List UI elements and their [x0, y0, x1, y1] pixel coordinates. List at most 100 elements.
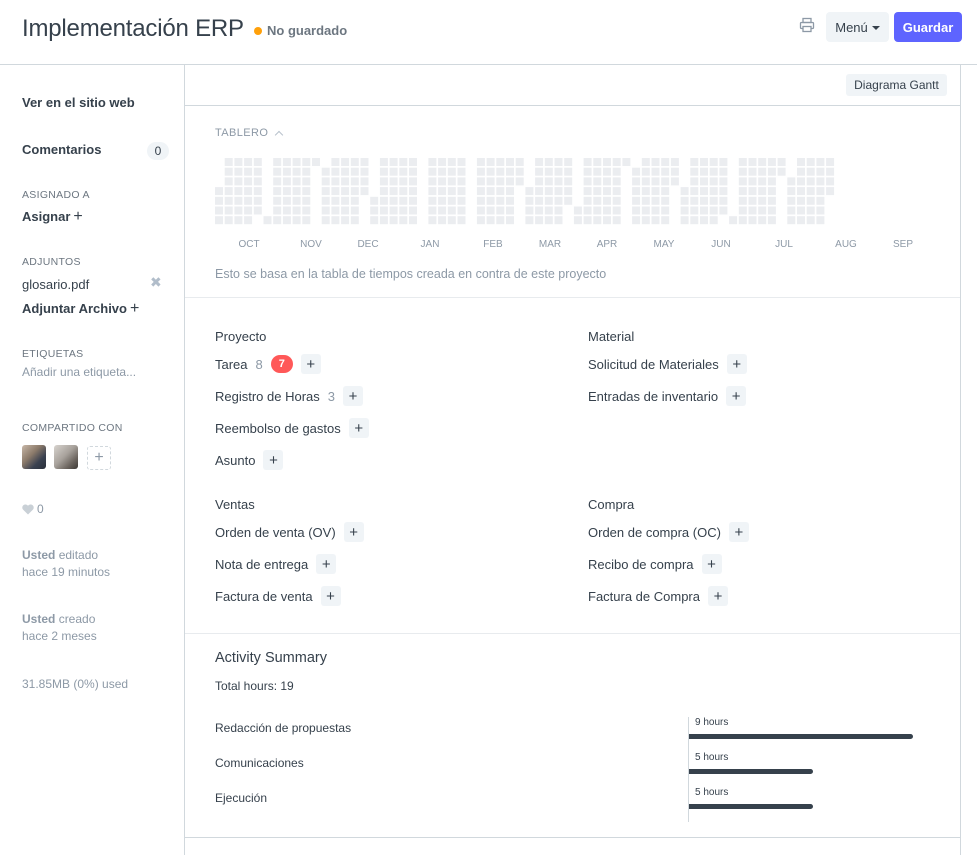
heatmap-day-cell [535, 206, 544, 215]
heatmap-day-cell [544, 206, 553, 215]
heatmap-day-cell [506, 158, 514, 166]
heatmap-day-cell [244, 196, 253, 205]
remove-attachment-icon[interactable]: ✖ [150, 274, 162, 291]
link-row-nota-entrega: Nota de entrega + [215, 553, 337, 575]
heatmap-day-cell [496, 158, 505, 166]
heatmap-day-cell [544, 167, 553, 176]
add-solicitud-materiales-button[interactable]: + [726, 354, 747, 374]
add-tarea-button[interactable]: + [300, 354, 321, 374]
heatmap-day-cell [758, 177, 767, 186]
open-count-badge[interactable]: 7 [270, 355, 293, 373]
heatmap-day-cell [603, 216, 611, 225]
heatmap-day-cell [253, 196, 262, 205]
heatmap-day-cell [486, 187, 495, 196]
heatmap-day-cell [583, 196, 592, 205]
attach-file-button[interactable]: Adjuntar Archivo + [22, 301, 139, 317]
heatmap-day-cell [777, 158, 786, 166]
heatmap-day-cell [409, 206, 417, 215]
add-recibo-compra-button[interactable]: + [701, 554, 722, 574]
assign-button[interactable]: Asignar + [22, 208, 83, 225]
heatmap-day-cell [612, 216, 621, 225]
avatar[interactable] [22, 445, 46, 469]
add-tag-input[interactable]: Añadir una etiqueta... [22, 365, 136, 379]
group-title-compra: Compra [588, 497, 635, 512]
heatmap-day-cell [806, 216, 815, 225]
likes[interactable]: 0 [22, 502, 44, 516]
heatmap-day-cell [719, 196, 728, 205]
heatmap-day-cell [593, 167, 602, 176]
add-entradas-inventario-button[interactable]: + [726, 386, 747, 406]
dashboard-label: TABLERO [215, 127, 269, 139]
heatmap-day-cell [476, 167, 485, 176]
heatmap-day-cell [535, 196, 544, 205]
heatmap-day-cell [292, 177, 301, 186]
add-nota-entrega-button[interactable]: + [316, 554, 337, 574]
heatmap-day-cell [457, 206, 466, 215]
heatmap-day-cell [816, 206, 825, 215]
heatmap-day-cell [826, 187, 835, 196]
link-label-reembolso[interactable]: Reembolso de gastos [215, 421, 341, 436]
save-button[interactable]: Guardar [894, 12, 962, 42]
heatmap-day-cell [738, 216, 747, 225]
add-share-button[interactable]: + [87, 446, 111, 470]
heatmap-day-cell [797, 167, 805, 176]
heatmap-day-cell [282, 216, 291, 225]
assign-label: Asignar [22, 209, 71, 224]
plus-icon: + [73, 208, 83, 225]
heatmap-day-cell [253, 177, 262, 186]
link-label-factura-venta[interactable]: Factura de venta [215, 589, 313, 604]
heatmap-day-cell [224, 187, 233, 196]
avatar[interactable] [54, 445, 78, 469]
link-label-asunto[interactable]: Asunto [215, 453, 255, 468]
heatmap-day-cell [438, 206, 447, 215]
heatmap-day-cell [253, 187, 262, 196]
heatmap-day-cell [700, 158, 708, 166]
heatmap-day-cell [767, 167, 776, 176]
link-label-solicitud-materiales[interactable]: Solicitud de Materiales [588, 357, 719, 372]
heatmap-day-cell [506, 216, 514, 225]
add-orden-venta-button[interactable]: + [343, 522, 364, 542]
heatmap-day-cell [282, 177, 291, 186]
link-label-orden-compra[interactable]: Orden de compra (OC) [588, 525, 721, 540]
heatmap-day-cell [719, 206, 728, 215]
heatmap-day-cell [612, 187, 621, 196]
link-label-tarea[interactable]: Tarea [215, 357, 248, 372]
heatmap-day-cell [583, 187, 592, 196]
heatmap-day-cell [399, 216, 408, 225]
heatmap-day-cell [302, 206, 311, 215]
heatmap-day-cell [215, 196, 223, 205]
gantt-chart-button[interactable]: Diagrama Gantt [846, 74, 947, 96]
link-row-factura-venta: Factura de venta + [215, 585, 341, 607]
heatmap-day-cell [622, 158, 631, 166]
printer-icon[interactable] [799, 17, 819, 37]
heatmap-day-cell [321, 187, 330, 196]
menu-button[interactable]: Menú [826, 12, 889, 42]
link-label-factura-compra[interactable]: Factura de Compra [588, 589, 700, 604]
add-asunto-button[interactable]: + [263, 450, 284, 470]
add-factura-compra-button[interactable]: + [708, 586, 728, 606]
heatmap-day-cell [273, 196, 282, 205]
add-reembolso-button[interactable]: + [348, 418, 369, 438]
heatmap-month-label: AUG [835, 239, 857, 250]
link-label-orden-venta[interactable]: Orden de venta (OV) [215, 525, 336, 540]
heatmap-day-cell [758, 206, 767, 215]
link-label-registro-horas[interactable]: Registro de Horas [215, 389, 320, 404]
comments-link[interactable]: Comentarios [22, 142, 101, 157]
dashboard-toggle[interactable]: TABLERO [215, 127, 284, 139]
link-label-recibo-compra[interactable]: Recibo de compra [588, 557, 694, 572]
view-website-link[interactable]: Ver en el sitio web [22, 95, 135, 110]
attachment-file-link[interactable]: glosario.pdf [22, 277, 89, 292]
sidebar: Ver en el sitio web Comentarios 0 ASIGNA… [0, 65, 185, 855]
add-factura-venta-button[interactable]: + [320, 586, 341, 606]
heatmap-day-cell [525, 216, 534, 225]
heatmap-day-cell [302, 158, 311, 166]
link-label-nota-entrega[interactable]: Nota de entrega [215, 557, 308, 572]
heatmap-day-cell [544, 158, 553, 166]
add-orden-compra-button[interactable]: + [728, 522, 749, 542]
add-registro-horas-button[interactable]: + [343, 386, 364, 406]
heatmap-day-cell [709, 187, 718, 196]
heatmap-day-cell [438, 177, 447, 186]
heatmap-day-cell [447, 196, 456, 205]
tags-label: ETIQUETAS [22, 348, 84, 360]
link-label-entradas-inventario[interactable]: Entradas de inventario [588, 389, 718, 404]
